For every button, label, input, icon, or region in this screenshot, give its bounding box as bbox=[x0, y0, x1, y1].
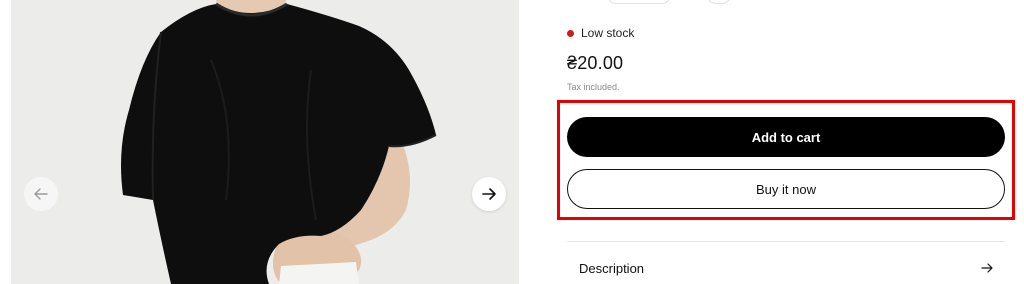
gallery-previous-button[interactable] bbox=[24, 177, 58, 211]
product-price: ₴20.00 bbox=[567, 53, 624, 73]
product-image bbox=[11, 0, 519, 284]
stock-status: Low stock bbox=[567, 26, 634, 40]
stock-label: Low stock bbox=[581, 26, 635, 40]
arrow-right-icon bbox=[981, 262, 993, 274]
tax-note: Tax included. bbox=[567, 82, 620, 92]
arrow-left-icon bbox=[34, 188, 48, 200]
gallery-next-button[interactable] bbox=[472, 177, 506, 211]
description-accordion[interactable]: Description bbox=[567, 252, 1005, 284]
add-to-cart-button[interactable]: Add to cart bbox=[567, 117, 1005, 157]
product-gallery bbox=[11, 0, 519, 284]
divider bbox=[567, 241, 1005, 242]
stock-indicator-dot bbox=[567, 29, 574, 37]
arrow-right-icon bbox=[482, 188, 496, 200]
description-label: Description bbox=[579, 260, 645, 276]
variant-option[interactable] bbox=[707, 0, 731, 4]
variant-option[interactable] bbox=[607, 0, 671, 4]
buy-it-now-button[interactable]: Buy it now bbox=[567, 169, 1005, 209]
